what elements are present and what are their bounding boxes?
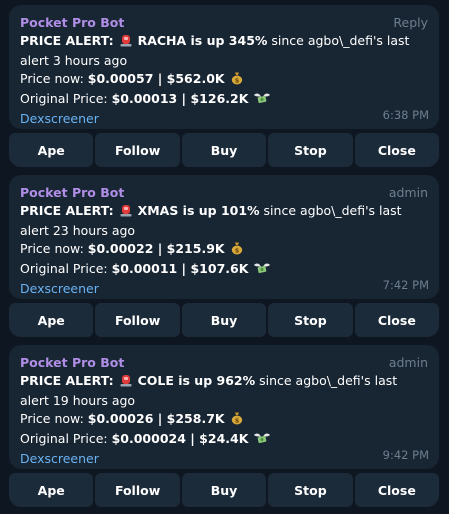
admin-badge: admin xyxy=(388,184,428,200)
dexscreener-link[interactable]: Dexscreener xyxy=(20,110,428,128)
sender-name[interactable]: Pocket Pro Bot xyxy=(20,185,124,200)
follow-button[interactable]: Follow xyxy=(95,133,180,167)
follow-button[interactable]: Follow xyxy=(95,473,180,507)
money-with-wings-icon xyxy=(253,261,271,280)
original-price-value: $0.00013 | $126.2K xyxy=(111,91,249,106)
message-header: Pocket Pro Bot admin xyxy=(20,183,428,201)
alert-text: PRICE ALERT: XMAS is up 101% since agbo\… xyxy=(20,202,428,240)
close-button[interactable]: Close xyxy=(354,133,440,167)
money-with-wings-icon xyxy=(253,91,271,110)
inline-keyboard: Ape Follow Buy Stop Close xyxy=(9,133,440,167)
money-with-wings-icon xyxy=(253,431,271,450)
original-price-line: Original Price: $0.00013 | $126.2K xyxy=(20,90,428,110)
inline-keyboard: Ape Follow Buy Stop Close xyxy=(9,303,440,337)
price-now-label: Price now: xyxy=(20,241,88,256)
ape-button[interactable]: Ape xyxy=(9,473,94,507)
police-siren-icon xyxy=(119,33,133,52)
message-group: Pocket Pro Bot Reply PRICE ALERT: RACHA … xyxy=(9,5,440,167)
admin-badge: admin xyxy=(388,354,428,370)
ape-button[interactable]: Ape xyxy=(9,133,94,167)
original-price-label: Original Price: xyxy=(20,431,112,446)
close-button[interactable]: Close xyxy=(354,303,440,337)
stop-button[interactable]: Stop xyxy=(268,133,353,167)
original-price-line: Original Price: $0.000024 | $24.4K xyxy=(20,430,428,450)
alert-headline: XMAS is up 101% xyxy=(137,203,260,218)
alert-text: PRICE ALERT: RACHA is up 345% since agbo… xyxy=(20,32,428,70)
sender-name[interactable]: Pocket Pro Bot xyxy=(20,15,124,30)
money-bag-icon: $ xyxy=(230,411,244,430)
alert-label: PRICE ALERT: xyxy=(20,373,114,388)
alert-headline: COLE is up 962% xyxy=(137,373,256,388)
message-bubble: Pocket Pro Bot Reply PRICE ALERT: RACHA … xyxy=(9,5,439,129)
buy-button[interactable]: Buy xyxy=(181,473,267,507)
stop-button[interactable]: Stop xyxy=(268,473,353,507)
message-header: Pocket Pro Bot admin xyxy=(20,353,428,371)
money-bag-icon: $ xyxy=(230,241,244,260)
message-time: 9:42 PM xyxy=(382,448,429,462)
reply-label[interactable]: Reply xyxy=(393,15,428,30)
alert-text: PRICE ALERT: COLE is up 962% since agbo\… xyxy=(20,372,428,410)
follow-button[interactable]: Follow xyxy=(95,303,180,337)
price-now-label: Price now: xyxy=(20,411,88,426)
message-time: 6:38 PM xyxy=(382,108,429,122)
original-price-label: Original Price: xyxy=(20,91,112,106)
svg-text:$: $ xyxy=(234,77,239,85)
message-bubble: Pocket Pro Bot admin PRICE ALERT: COLE i… xyxy=(9,345,439,469)
price-now-line: Price now: $0.00026 | $258.7K $ xyxy=(20,410,428,430)
close-button[interactable]: Close xyxy=(354,473,440,507)
price-now-label: Price now: xyxy=(20,71,88,86)
message-bubble: Pocket Pro Bot admin PRICE ALERT: XMAS i… xyxy=(9,175,439,299)
alert-label: PRICE ALERT: xyxy=(20,33,114,48)
alert-headline: RACHA is up 345% xyxy=(137,33,268,48)
inline-keyboard: Ape Follow Buy Stop Close xyxy=(9,473,440,507)
svg-text:$: $ xyxy=(234,247,239,255)
price-now-value: $0.00022 | $215.9K xyxy=(87,241,225,256)
alert-label: PRICE ALERT: xyxy=(20,203,114,218)
money-bag-icon: $ xyxy=(230,71,244,90)
stop-button[interactable]: Stop xyxy=(268,303,353,337)
police-siren-icon xyxy=(119,373,133,392)
svg-text:$: $ xyxy=(234,417,239,425)
buy-button[interactable]: Buy xyxy=(181,133,267,167)
police-siren-icon xyxy=(119,203,133,222)
price-now-line: Price now: $0.00057 | $562.0K $ xyxy=(20,70,428,90)
message-header: Pocket Pro Bot Reply xyxy=(20,13,428,31)
original-price-value: $0.000024 | $24.4K xyxy=(111,431,249,446)
ape-button[interactable]: Ape xyxy=(9,303,94,337)
original-price-value: $0.00011 | $107.6K xyxy=(111,261,249,276)
sender-name[interactable]: Pocket Pro Bot xyxy=(20,355,124,370)
original-price-label: Original Price: xyxy=(20,261,112,276)
dexscreener-link[interactable]: Dexscreener xyxy=(20,280,428,298)
price-now-value: $0.00026 | $258.7K xyxy=(87,411,225,426)
message-group: Pocket Pro Bot admin PRICE ALERT: COLE i… xyxy=(9,345,440,507)
dexscreener-link[interactable]: Dexscreener xyxy=(20,450,428,468)
message-group: Pocket Pro Bot admin PRICE ALERT: XMAS i… xyxy=(9,175,440,337)
buy-button[interactable]: Buy xyxy=(181,303,267,337)
price-now-value: $0.00057 | $562.0K xyxy=(87,71,225,86)
original-price-line: Original Price: $0.00011 | $107.6K xyxy=(20,260,428,280)
price-now-line: Price now: $0.00022 | $215.9K $ xyxy=(20,240,428,260)
message-time: 7:42 PM xyxy=(382,278,429,292)
